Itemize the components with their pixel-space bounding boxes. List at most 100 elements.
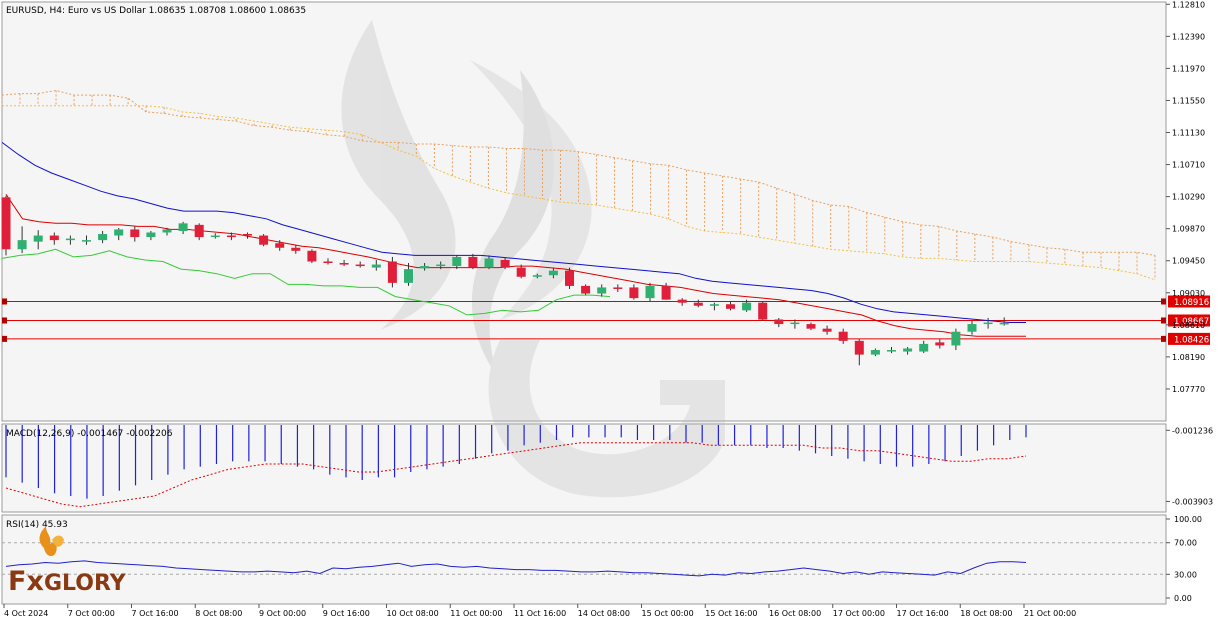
candle-body bbox=[903, 348, 913, 352]
level-marker-left bbox=[2, 298, 7, 305]
candle-body bbox=[194, 224, 204, 238]
macd-tick-label: -0.001236 bbox=[1172, 426, 1213, 435]
level-marker-right bbox=[1161, 298, 1166, 305]
candle-body bbox=[178, 223, 188, 231]
price-tick-label: 1.08610 bbox=[1172, 321, 1205, 330]
candle-body bbox=[758, 302, 768, 320]
candle-body bbox=[355, 264, 365, 267]
candle-body bbox=[548, 270, 558, 276]
candle-body bbox=[742, 302, 752, 311]
candle-body bbox=[581, 285, 591, 294]
time-tick-label: 15 Oct 00:00 bbox=[642, 609, 694, 618]
level-marker-left bbox=[2, 317, 7, 324]
candle-body bbox=[323, 261, 333, 264]
candle-body bbox=[484, 258, 494, 268]
candle-body bbox=[822, 328, 832, 332]
candle-body bbox=[226, 235, 236, 238]
price-tick-label: 1.11970 bbox=[1172, 64, 1205, 73]
rsi-panel[interactable] bbox=[1, 514, 1167, 605]
price-tick-label: 1.09030 bbox=[1172, 289, 1205, 298]
time-tick-label: 17 Oct 00:00 bbox=[833, 609, 885, 618]
candle-body bbox=[500, 259, 510, 268]
candle-body bbox=[210, 235, 220, 238]
candle-body bbox=[49, 235, 59, 241]
candle-body bbox=[33, 235, 43, 242]
rsi-label: RSI(14) 45.93 bbox=[6, 520, 68, 530]
symbol-header: EURUSD, H4: Euro vs US Dollar 1.08635 1.… bbox=[6, 6, 306, 16]
candle-body bbox=[130, 229, 140, 238]
price-tick-label: 1.10710 bbox=[1172, 161, 1205, 170]
candle-body bbox=[999, 322, 1009, 325]
candle-body bbox=[967, 324, 977, 332]
candle-body bbox=[243, 234, 252, 236]
level-marker-right bbox=[1161, 317, 1166, 324]
price-tick-label: 1.07770 bbox=[1172, 385, 1205, 394]
level-marker-right bbox=[1161, 335, 1166, 342]
time-tick-label: 9 Oct 16:00 bbox=[323, 609, 370, 618]
rsi-tick-label: 0.00 bbox=[1174, 594, 1192, 603]
time-tick-label: 18 Oct 08:00 bbox=[960, 609, 1012, 618]
rsi-tick-label: 100.00 bbox=[1174, 515, 1202, 524]
candle-body bbox=[565, 270, 574, 286]
time-tick-label: 7 Oct 00:00 bbox=[68, 609, 115, 618]
candle-body bbox=[468, 256, 478, 268]
price-tick-label: 1.11130 bbox=[1172, 129, 1205, 138]
candle-body bbox=[420, 266, 430, 269]
candle-body bbox=[693, 302, 703, 306]
candle-body bbox=[516, 267, 526, 277]
price-tick-label: 1.10290 bbox=[1172, 193, 1205, 202]
candle-body bbox=[597, 287, 607, 294]
rsi-tick-label: 70.00 bbox=[1174, 539, 1197, 548]
macd-label: MACD(12,26,9) -0.001467 -0.002206 bbox=[6, 429, 173, 439]
chart-window: 1.08916 1.08667 1.08426 1.12810 1.12390 1.11… bbox=[0, 0, 1221, 625]
time-tick-label: 21 Oct 00:00 bbox=[1024, 609, 1076, 618]
macd-tick-label: -0.003903 bbox=[1172, 497, 1213, 506]
time-tick-label: 16 Oct 08:00 bbox=[769, 609, 821, 618]
time-tick-label: 9 Oct 00:00 bbox=[259, 609, 306, 618]
time-tick-label: 4 Oct 2024 bbox=[4, 609, 48, 618]
candle-body bbox=[291, 247, 301, 251]
price-tick-label: 1.09870 bbox=[1172, 225, 1205, 234]
level-marker-left bbox=[2, 335, 7, 342]
time-tick-label: 10 Oct 08:00 bbox=[387, 609, 439, 618]
candle-body bbox=[371, 264, 381, 268]
candle-body bbox=[645, 285, 655, 299]
candle-body bbox=[146, 232, 156, 238]
candle-body bbox=[404, 269, 413, 283]
time-tick-label: 14 Oct 08:00 bbox=[578, 609, 630, 618]
candle-body bbox=[1, 197, 11, 250]
candle-body bbox=[790, 322, 800, 325]
candle-body bbox=[307, 250, 317, 262]
candle-body bbox=[275, 243, 285, 248]
candle-body bbox=[387, 261, 397, 283]
price-tick-label: 1.08190 bbox=[1172, 353, 1205, 362]
price-tick-label: 1.12810 bbox=[1172, 0, 1205, 9]
candle-body bbox=[870, 350, 880, 355]
candle-body bbox=[677, 299, 687, 303]
candle-body bbox=[162, 229, 172, 233]
candle-body bbox=[629, 287, 639, 299]
candle-body bbox=[661, 285, 671, 300]
price-tick-label: 1.09450 bbox=[1172, 257, 1205, 266]
time-tick-label: 15 Oct 16:00 bbox=[705, 609, 757, 618]
candle-body bbox=[726, 304, 735, 309]
candle-body bbox=[259, 235, 269, 245]
time-tick-label: 17 Oct 16:00 bbox=[897, 609, 949, 618]
time-tick-label: 11 Oct 16:00 bbox=[514, 609, 566, 618]
candle-body bbox=[854, 340, 864, 355]
candle-body bbox=[935, 342, 945, 346]
time-tick-label: 11 Oct 00:00 bbox=[450, 609, 502, 618]
rsi-tick-label: 30.00 bbox=[1174, 570, 1197, 579]
candle-body bbox=[919, 343, 929, 352]
candle-body bbox=[436, 264, 446, 267]
candle-body bbox=[65, 238, 75, 241]
time-tick-label: 8 Oct 08:00 bbox=[195, 609, 242, 618]
level-price-label: 1.08426 bbox=[1174, 335, 1209, 345]
fxglory-logo-text-glory: GLORY bbox=[44, 571, 127, 596]
candle-body bbox=[983, 322, 993, 325]
time-tick-label: 7 Oct 16:00 bbox=[132, 609, 179, 618]
candle-body bbox=[709, 304, 719, 306]
candle-body bbox=[452, 256, 462, 267]
candle-body bbox=[114, 229, 124, 236]
candle-body bbox=[532, 275, 542, 277]
